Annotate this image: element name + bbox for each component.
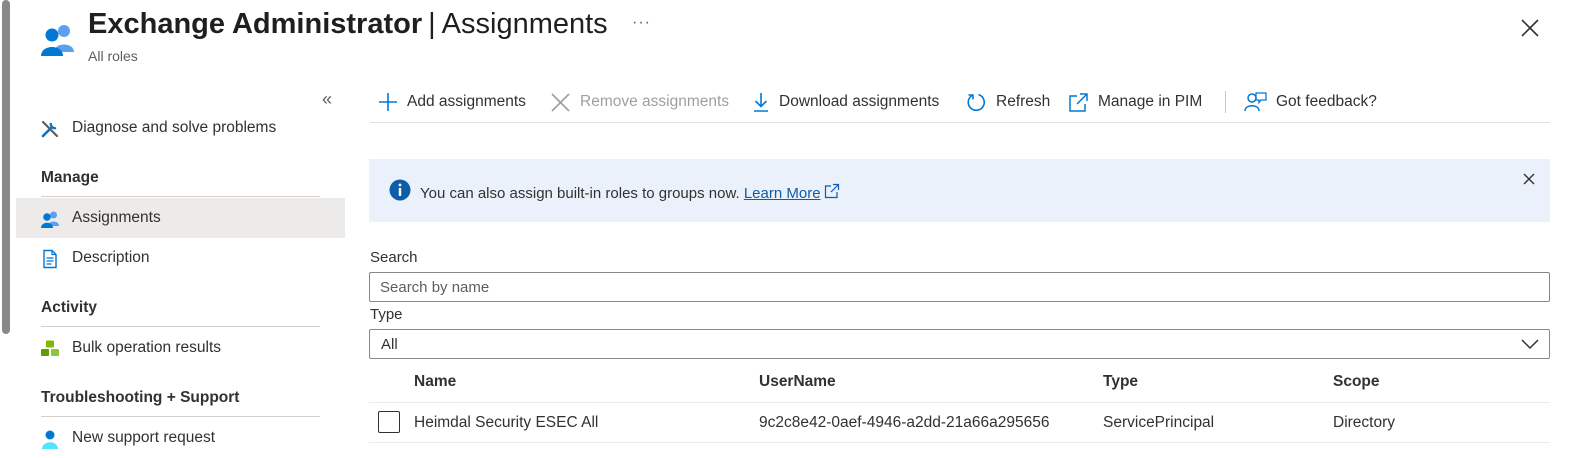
title-separator: | (428, 8, 436, 40)
info-icon (389, 179, 411, 201)
collapse-sidebar-button[interactable]: « (322, 89, 332, 110)
users-icon (41, 211, 59, 228)
sidebar-item-label: Diagnose and solve problems (72, 119, 277, 136)
support-person-icon (42, 430, 58, 449)
add-assignments-button[interactable]: Add assignments (378, 86, 526, 118)
feedback-label: Got feedback? (1276, 93, 1377, 110)
info-banner: You can also assign built-in roles to gr… (369, 159, 1550, 222)
type-dropdown[interactable]: All (369, 329, 1550, 359)
row-type-cell: ServicePrincipal (1103, 414, 1215, 431)
document-icon (43, 249, 57, 269)
toolbar-divider (1225, 91, 1226, 113)
plus-icon (379, 93, 397, 111)
column-header-username[interactable]: UserName (759, 373, 836, 391)
learn-more-link[interactable]: Learn More (744, 185, 821, 202)
page-scrollbar[interactable] (2, 0, 10, 334)
section-name: Assignments (441, 8, 608, 40)
row-scope-cell: Directory (1333, 414, 1396, 431)
dismiss-banner-icon[interactable] (1522, 172, 1536, 186)
sidebar-item-label: Description (72, 249, 150, 266)
manage-in-pim-label: Manage in PIM (1098, 93, 1203, 110)
section-divider (41, 196, 320, 197)
section-manage-heading: Manage (41, 169, 99, 186)
sidebar-item-label: New support request (72, 429, 216, 446)
feedback-icon (1244, 92, 1267, 112)
sidebar-item-description[interactable]: Description (16, 238, 345, 278)
column-header-type[interactable]: Type (1103, 373, 1138, 391)
add-assignments-label: Add assignments (407, 93, 526, 110)
remove-assignments-button[interactable]: Remove assignments (550, 86, 729, 118)
row-name-cell: Heimdal Security ESEC All (414, 414, 599, 431)
x-icon (551, 92, 570, 112)
row-username-cell: 9c2c8e42-0aef-4946-a2dd-21a66a295656 (759, 414, 1050, 431)
column-header-name[interactable]: Name (414, 373, 456, 391)
command-bar-divider (370, 122, 1550, 123)
command-bar: Add assignments Remove assignments Downl… (370, 86, 1550, 118)
page-title: Exchange Administrator | Assignments (88, 8, 608, 41)
download-assignments-label: Download assignments (779, 93, 940, 110)
banner-message: You can also assign built-in roles to gr… (420, 183, 840, 202)
external-link-icon (824, 183, 839, 199)
breadcrumb[interactable]: All roles (88, 48, 138, 64)
refresh-button[interactable]: Refresh (966, 86, 1050, 118)
table-row-divider (369, 442, 1550, 443)
search-label: Search (370, 249, 418, 266)
sidebar-item-bulk-operation-results[interactable]: Bulk operation results (16, 328, 345, 368)
download-assignments-button[interactable]: Download assignments (752, 86, 939, 118)
download-icon (754, 93, 768, 112)
refresh-label: Refresh (996, 93, 1051, 110)
sidebar-item-new-support-request[interactable]: New support request (16, 418, 345, 458)
sidebar-item-label: Assignments (72, 209, 161, 226)
section-divider (41, 416, 320, 417)
close-blade-icon[interactable] (1519, 17, 1541, 39)
column-header-scope[interactable]: Scope (1333, 373, 1380, 391)
section-divider (41, 326, 320, 327)
wrench-icon (41, 120, 59, 138)
sidebar-item-assignments[interactable]: Assignments (16, 198, 345, 238)
section-activity-heading: Activity (41, 299, 97, 316)
sidebar-item-diagnose[interactable]: Diagnose and solve problems (16, 108, 345, 148)
remove-assignments-label: Remove assignments (580, 93, 730, 110)
type-label: Type (370, 306, 403, 323)
manage-in-pim-button[interactable]: Manage in PIM (1068, 86, 1202, 118)
cubes-icon (41, 340, 59, 356)
section-troubleshooting-heading: Troubleshooting + Support (41, 389, 240, 406)
feedback-button[interactable]: Got feedback? (1244, 86, 1377, 118)
table-header-divider (369, 402, 1550, 403)
banner-text: You can also assign built-in roles to gr… (420, 185, 740, 202)
row-checkbox[interactable] (378, 411, 400, 433)
refresh-icon (967, 93, 985, 111)
type-dropdown-value: All (381, 336, 398, 353)
more-options-button[interactable]: ··· (632, 14, 651, 32)
external-link-icon (1069, 92, 1088, 112)
sidebar-item-label: Bulk operation results (72, 339, 222, 356)
chevron-down-icon (1521, 339, 1539, 350)
search-input[interactable] (369, 272, 1550, 302)
users-role-icon (41, 25, 74, 56)
role-name: Exchange Administrator (88, 8, 423, 40)
